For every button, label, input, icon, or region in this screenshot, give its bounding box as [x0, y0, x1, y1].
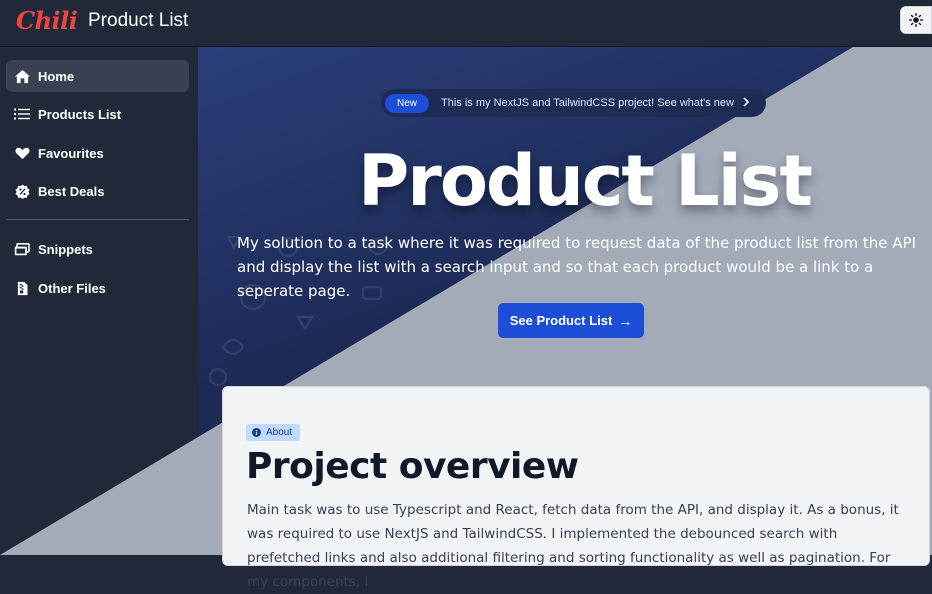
hero-title: Product List [358, 140, 813, 222]
theme-toggle-button[interactable] [900, 6, 932, 34]
brand-logo[interactable]: Chili [16, 6, 78, 35]
about-badge: About [246, 424, 301, 441]
announcement-text: This is my NextJS and TailwindCSS projec… [441, 97, 734, 109]
arrow-right-icon: → [618, 312, 633, 329]
app-header: Chili Product List [0, 0, 932, 47]
hero-description: My solution to a task where it was requi… [237, 234, 917, 300]
new-badge: New [385, 93, 430, 113]
app-title: Product List [88, 10, 189, 31]
about-badge-label: About [266, 427, 293, 438]
announcement-pill[interactable]: New This is my NextJS and TailwindCSS pr… [381, 89, 766, 117]
content-layer: New This is my NextJS and TailwindCSS pr… [0, 0, 932, 590]
overview-text: Main task was to use Typescript and Reac… [247, 502, 899, 590]
info-icon [252, 428, 261, 437]
sun-icon [909, 13, 923, 27]
chevron-right-icon [742, 96, 750, 110]
overview-title: Project overview [246, 446, 579, 487]
cta-label: See Product List [509, 313, 613, 328]
see-product-list-button[interactable]: See Product List → [498, 303, 644, 338]
